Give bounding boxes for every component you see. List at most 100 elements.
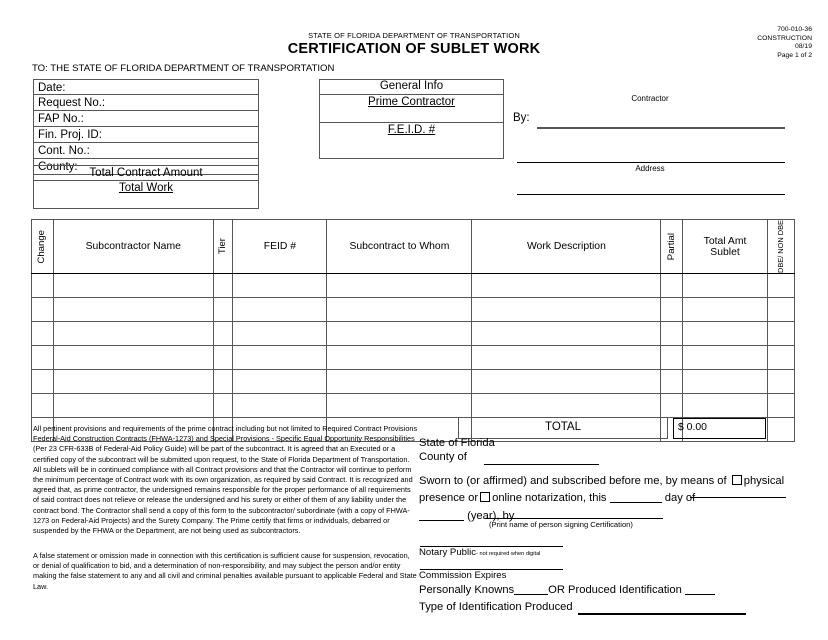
cell-dbe[interactable] — [766, 297, 796, 322]
personally-known-input[interactable] — [514, 594, 549, 595]
cell-change[interactable] — [31, 321, 54, 346]
cell-tier[interactable] — [212, 345, 234, 370]
cell-work-description[interactable] — [471, 393, 662, 418]
col-dbe-stack: DBE/ NON DBE — [776, 220, 785, 273]
cell-dbe[interactable] — [766, 273, 796, 298]
cell-feid[interactable] — [232, 273, 328, 298]
cell-subcontract-to-whom[interactable] — [326, 369, 473, 394]
cell-subcontractor-name[interactable] — [52, 393, 214, 418]
cell-change[interactable] — [31, 297, 54, 322]
cell-feid[interactable] — [232, 369, 328, 394]
field-fap-no-label: FAP No.: — [38, 113, 84, 125]
prime-contractor-cell[interactable]: Prime Contractor — [319, 95, 504, 123]
cell-dbe[interactable] — [766, 417, 796, 442]
address-line-2[interactable] — [517, 194, 785, 196]
general-info-title: General Info — [319, 79, 504, 95]
cell-total-amt-sublet[interactable] — [682, 297, 768, 322]
cell-total-amt-sublet[interactable] — [682, 345, 768, 370]
cell-subcontract-to-whom[interactable] — [326, 393, 473, 418]
contractor-label: Contractor — [631, 94, 669, 103]
cell-partial[interactable] — [660, 297, 684, 322]
cell-tier[interactable] — [212, 273, 234, 298]
cell-work-description[interactable] — [471, 345, 662, 370]
field-cont-no[interactable]: Cont. No.: — [33, 143, 259, 159]
col-feid: FEID # — [232, 219, 328, 274]
cell-feid[interactable] — [232, 321, 328, 346]
cell-dbe[interactable] — [766, 321, 796, 346]
physical-presence-checkbox[interactable] — [731, 474, 742, 485]
by-signature-line[interactable] — [537, 127, 785, 129]
day-input[interactable] — [609, 502, 662, 503]
cell-tier[interactable] — [212, 369, 234, 394]
signer-name-input[interactable] — [485, 518, 663, 520]
cell-total-amt-sublet[interactable] — [682, 393, 768, 418]
sworn-text-a: Sworn to (or affirmed) and subscribed be… — [419, 475, 727, 487]
field-date[interactable]: Date: — [33, 79, 259, 95]
type-id-input[interactable] — [578, 613, 746, 615]
field-fin-proj-id[interactable]: Fin. Proj. ID: — [33, 127, 259, 143]
cell-total-amt-sublet[interactable] — [682, 369, 768, 394]
cell-feid[interactable] — [232, 393, 328, 418]
cell-feid[interactable] — [232, 297, 328, 322]
table-header-row: Change Subcontractor Name Tier FEID # Su… — [31, 219, 796, 274]
field-request-no[interactable]: Request No.: — [33, 95, 259, 111]
cell-partial[interactable] — [660, 321, 684, 346]
cell-feid[interactable] — [232, 345, 328, 370]
cell-subcontract-to-whom[interactable] — [326, 297, 473, 322]
table-body — [31, 273, 796, 442]
col-total-amt-line1: Total Amt — [703, 235, 747, 247]
month-input[interactable] — [690, 497, 786, 499]
produced-identification-input[interactable] — [684, 594, 715, 595]
address-line-1[interactable] — [517, 162, 785, 164]
form-page-number: Page 1 of 2 — [777, 51, 812, 59]
cell-subcontractor-name[interactable] — [52, 321, 214, 346]
cell-subcontract-to-whom[interactable] — [326, 273, 473, 298]
cell-subcontractor-name[interactable] — [52, 369, 214, 394]
cell-total-amt-sublet[interactable] — [682, 273, 768, 298]
cell-change[interactable] — [31, 345, 54, 370]
sworn-text-b: physical — [743, 475, 785, 487]
agency-name: STATE OF FLORIDA DEPARTMENT OF TRANSPORT… — [308, 31, 520, 40]
cell-subcontractor-name[interactable] — [52, 345, 214, 370]
cell-subcontractor-name[interactable] — [52, 297, 214, 322]
cell-subcontractor-name[interactable] — [52, 273, 214, 298]
cell-change[interactable] — [31, 273, 54, 298]
legal-paragraph-2: A false statement or omission made in co… — [33, 551, 417, 591]
table-row — [31, 345, 796, 370]
cell-work-description[interactable] — [471, 297, 662, 322]
cell-partial[interactable] — [660, 369, 684, 394]
cell-tier[interactable] — [212, 393, 234, 418]
cell-total-amt-sublet[interactable] — [682, 321, 768, 346]
notary-county-input[interactable] — [484, 464, 599, 466]
cell-work-description[interactable] — [471, 273, 662, 298]
field-fap-no[interactable]: FAP No.: — [33, 111, 259, 127]
feid-label: F.E.I.D. # — [387, 124, 436, 136]
total-work-box[interactable]: Total Work — [33, 181, 259, 209]
cell-change[interactable] — [31, 393, 54, 418]
cell-dbe[interactable] — [766, 369, 796, 394]
cell-partial[interactable] — [660, 393, 684, 418]
cell-change[interactable] — [31, 369, 54, 394]
notary-state-label: State of Florida — [419, 437, 495, 449]
cell-work-description[interactable] — [471, 321, 662, 346]
table-total-row: TOTAL $ 0.00 — [458, 418, 766, 439]
notary-sworn-line-2: presence or online notarization, this day… — [419, 490, 819, 507]
total-value[interactable]: $ 0.00 — [673, 418, 766, 439]
cell-tier[interactable] — [212, 321, 234, 346]
type-id-row: Type of Identification Produced — [419, 601, 573, 613]
feid-cell[interactable]: F.E.I.D. # — [319, 123, 504, 159]
cell-subcontract-to-whom[interactable] — [326, 345, 473, 370]
cell-partial[interactable] — [660, 273, 684, 298]
cell-dbe[interactable] — [766, 393, 796, 418]
cell-work-description[interactable] — [471, 369, 662, 394]
notary-public-text: Notary Public — [419, 547, 477, 558]
field-cont-no-label: Cont. No.: — [38, 145, 90, 157]
cell-dbe[interactable] — [766, 345, 796, 370]
year-input[interactable] — [419, 520, 464, 521]
page-title: CERTIFICATION OF SUBLET WORK — [287, 41, 541, 57]
cell-partial[interactable] — [660, 345, 684, 370]
cell-tier[interactable] — [212, 297, 234, 322]
cell-subcontract-to-whom[interactable] — [326, 321, 473, 346]
col-dbe-non-dbe: DBE/ NON DBE — [766, 219, 796, 274]
online-notarization-checkbox[interactable] — [480, 491, 491, 502]
